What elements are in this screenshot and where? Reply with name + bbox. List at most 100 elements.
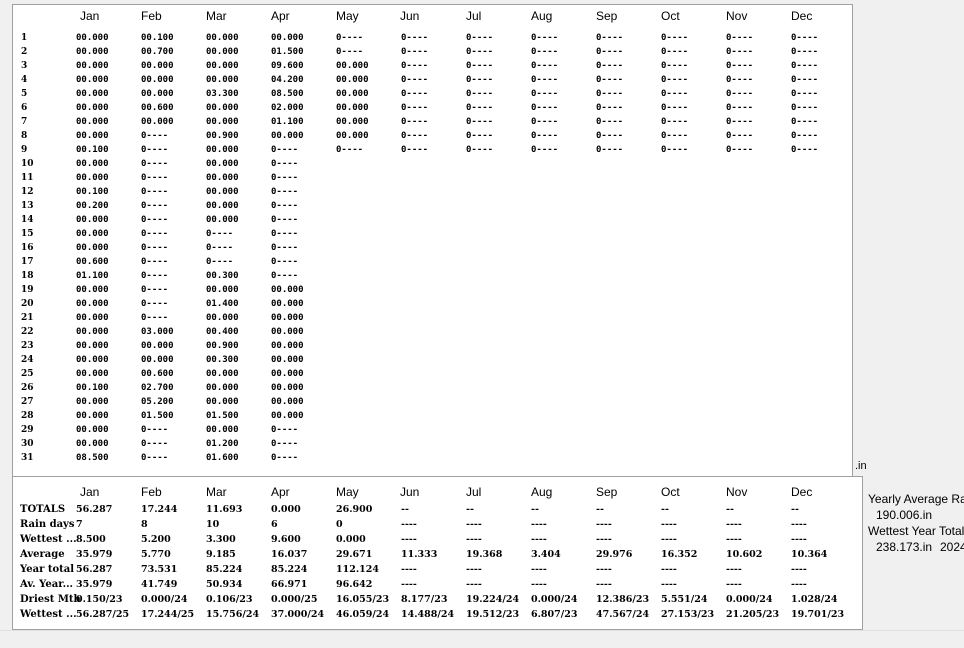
- summary-value: ----: [401, 564, 417, 575]
- day-label: 24: [21, 355, 34, 365]
- daily-value: 00.000: [76, 411, 109, 421]
- daily-value: 0----: [791, 103, 819, 113]
- summary-value: ----: [531, 534, 547, 545]
- daily-value: 00.000: [76, 369, 109, 379]
- summary-value: ----: [596, 564, 612, 575]
- daily-value: 00.000: [76, 243, 109, 253]
- summary-month-header-oct: Oct: [661, 485, 680, 499]
- summary-value: 96.642: [336, 579, 373, 590]
- summary-value: 11.693: [206, 504, 243, 515]
- daily-value: 0----: [661, 47, 689, 57]
- summary-month-header-sep: Sep: [596, 485, 618, 499]
- daily-value: 00.300: [206, 355, 239, 365]
- daily-value: 00.400: [206, 327, 239, 337]
- wettest-year-value: 238.173.in: [876, 540, 933, 554]
- daily-value: 02.000: [271, 103, 304, 113]
- summary-value: ----: [791, 534, 807, 545]
- daily-value: 00.000: [336, 75, 369, 85]
- summary-value: ----: [531, 579, 547, 590]
- daily-value: 00.000: [206, 47, 239, 57]
- daily-value: 0----: [141, 313, 169, 323]
- daily-value: 0----: [141, 145, 169, 155]
- daily-value: 00.000: [141, 117, 174, 127]
- summary-row-label: Year total: [20, 564, 75, 575]
- daily-value: 0----: [531, 33, 559, 43]
- daily-value: 0----: [271, 145, 299, 155]
- daily-value: 0----: [271, 439, 299, 449]
- summary-value: 19.701/23: [791, 609, 845, 620]
- daily-value: 0----: [401, 89, 429, 99]
- daily-value: 00.000: [76, 159, 109, 169]
- summary-value: ----: [596, 579, 612, 590]
- daily-value: 0----: [596, 89, 624, 99]
- summary-value: 3.404: [531, 549, 561, 560]
- summary-value: 6.807/23: [531, 609, 578, 620]
- month-header-dec: Dec: [791, 9, 813, 23]
- summary-value: 0.000/25: [271, 594, 318, 605]
- summary-value: ----: [401, 519, 417, 530]
- daily-value: 00.000: [336, 117, 369, 127]
- summary-value: 47.567/24: [596, 609, 650, 620]
- summary-value: 6: [271, 519, 278, 530]
- summary-value: 56.287: [76, 564, 113, 575]
- summary-month-header-aug: Aug: [531, 485, 553, 499]
- daily-value: 00.000: [206, 75, 239, 85]
- daily-value: 0----: [466, 117, 494, 127]
- summary-value: 37.000/24: [271, 609, 325, 620]
- month-header-aug: Aug: [531, 9, 553, 23]
- daily-value: 01.500: [141, 411, 174, 421]
- summary-value: 21.205/23: [726, 609, 780, 620]
- summary-value: ----: [401, 579, 417, 590]
- daily-value: 0----: [141, 271, 169, 281]
- daily-value: 00.000: [76, 355, 109, 365]
- daily-value: 01.400: [206, 299, 239, 309]
- summary-value: 9.600: [271, 534, 301, 545]
- summary-value: ----: [531, 519, 547, 530]
- daily-value: 00.000: [271, 355, 304, 365]
- summary-value: ----: [726, 564, 742, 575]
- daily-value: 00.100: [141, 33, 174, 43]
- daily-value: 0----: [726, 145, 754, 155]
- daily-value: 00.000: [76, 215, 109, 225]
- daily-value: 00.000: [206, 383, 239, 393]
- summary-value: 14.488/24: [401, 609, 455, 620]
- summary-value: 8.177/23: [401, 594, 448, 605]
- daily-value: 0----: [791, 33, 819, 43]
- daily-value: 0----: [661, 89, 689, 99]
- daily-value: 00.000: [271, 411, 304, 421]
- summary-value: 0.000: [336, 534, 366, 545]
- summary-value: 11.333: [401, 549, 438, 560]
- daily-value: 0----: [661, 61, 689, 71]
- summary-value: 0.000/24: [726, 594, 773, 605]
- summary-value: 85.224: [271, 564, 308, 575]
- daily-value: 00.000: [206, 173, 239, 183]
- day-label: 8: [21, 131, 28, 141]
- summary-value: 0.150/23: [76, 594, 123, 605]
- summary-value: ----: [726, 534, 742, 545]
- day-label: 18: [21, 271, 34, 281]
- month-header-jun: Jun: [400, 9, 420, 23]
- daily-value: 0----: [141, 159, 169, 169]
- summary-row-label: Driest Mth: [20, 594, 81, 605]
- summary-value: ----: [531, 564, 547, 575]
- summary-value: --: [531, 504, 539, 515]
- daily-value: 0----: [466, 145, 494, 155]
- summary-value: 19.224/24: [466, 594, 520, 605]
- wettest-year-label: Wettest Year Total: [868, 524, 964, 538]
- daily-value: 0----: [466, 131, 494, 141]
- daily-value: 00.000: [271, 131, 304, 141]
- daily-value: 0----: [531, 47, 559, 57]
- daily-value: 00.000: [206, 61, 239, 71]
- summary-value: 19.512/23: [466, 609, 520, 620]
- daily-value: 0----: [726, 61, 754, 71]
- month-header-oct: Oct: [661, 9, 680, 23]
- daily-value: 00.000: [206, 369, 239, 379]
- day-label: 30: [21, 439, 34, 449]
- summary-value: 35.979: [76, 579, 113, 590]
- day-label: 28: [21, 411, 34, 421]
- daily-value: 00.000: [206, 285, 239, 295]
- daily-value: 00.000: [206, 117, 239, 127]
- daily-value: 0----: [531, 117, 559, 127]
- daily-value: 00.000: [206, 201, 239, 211]
- daily-value: 01.500: [271, 47, 304, 57]
